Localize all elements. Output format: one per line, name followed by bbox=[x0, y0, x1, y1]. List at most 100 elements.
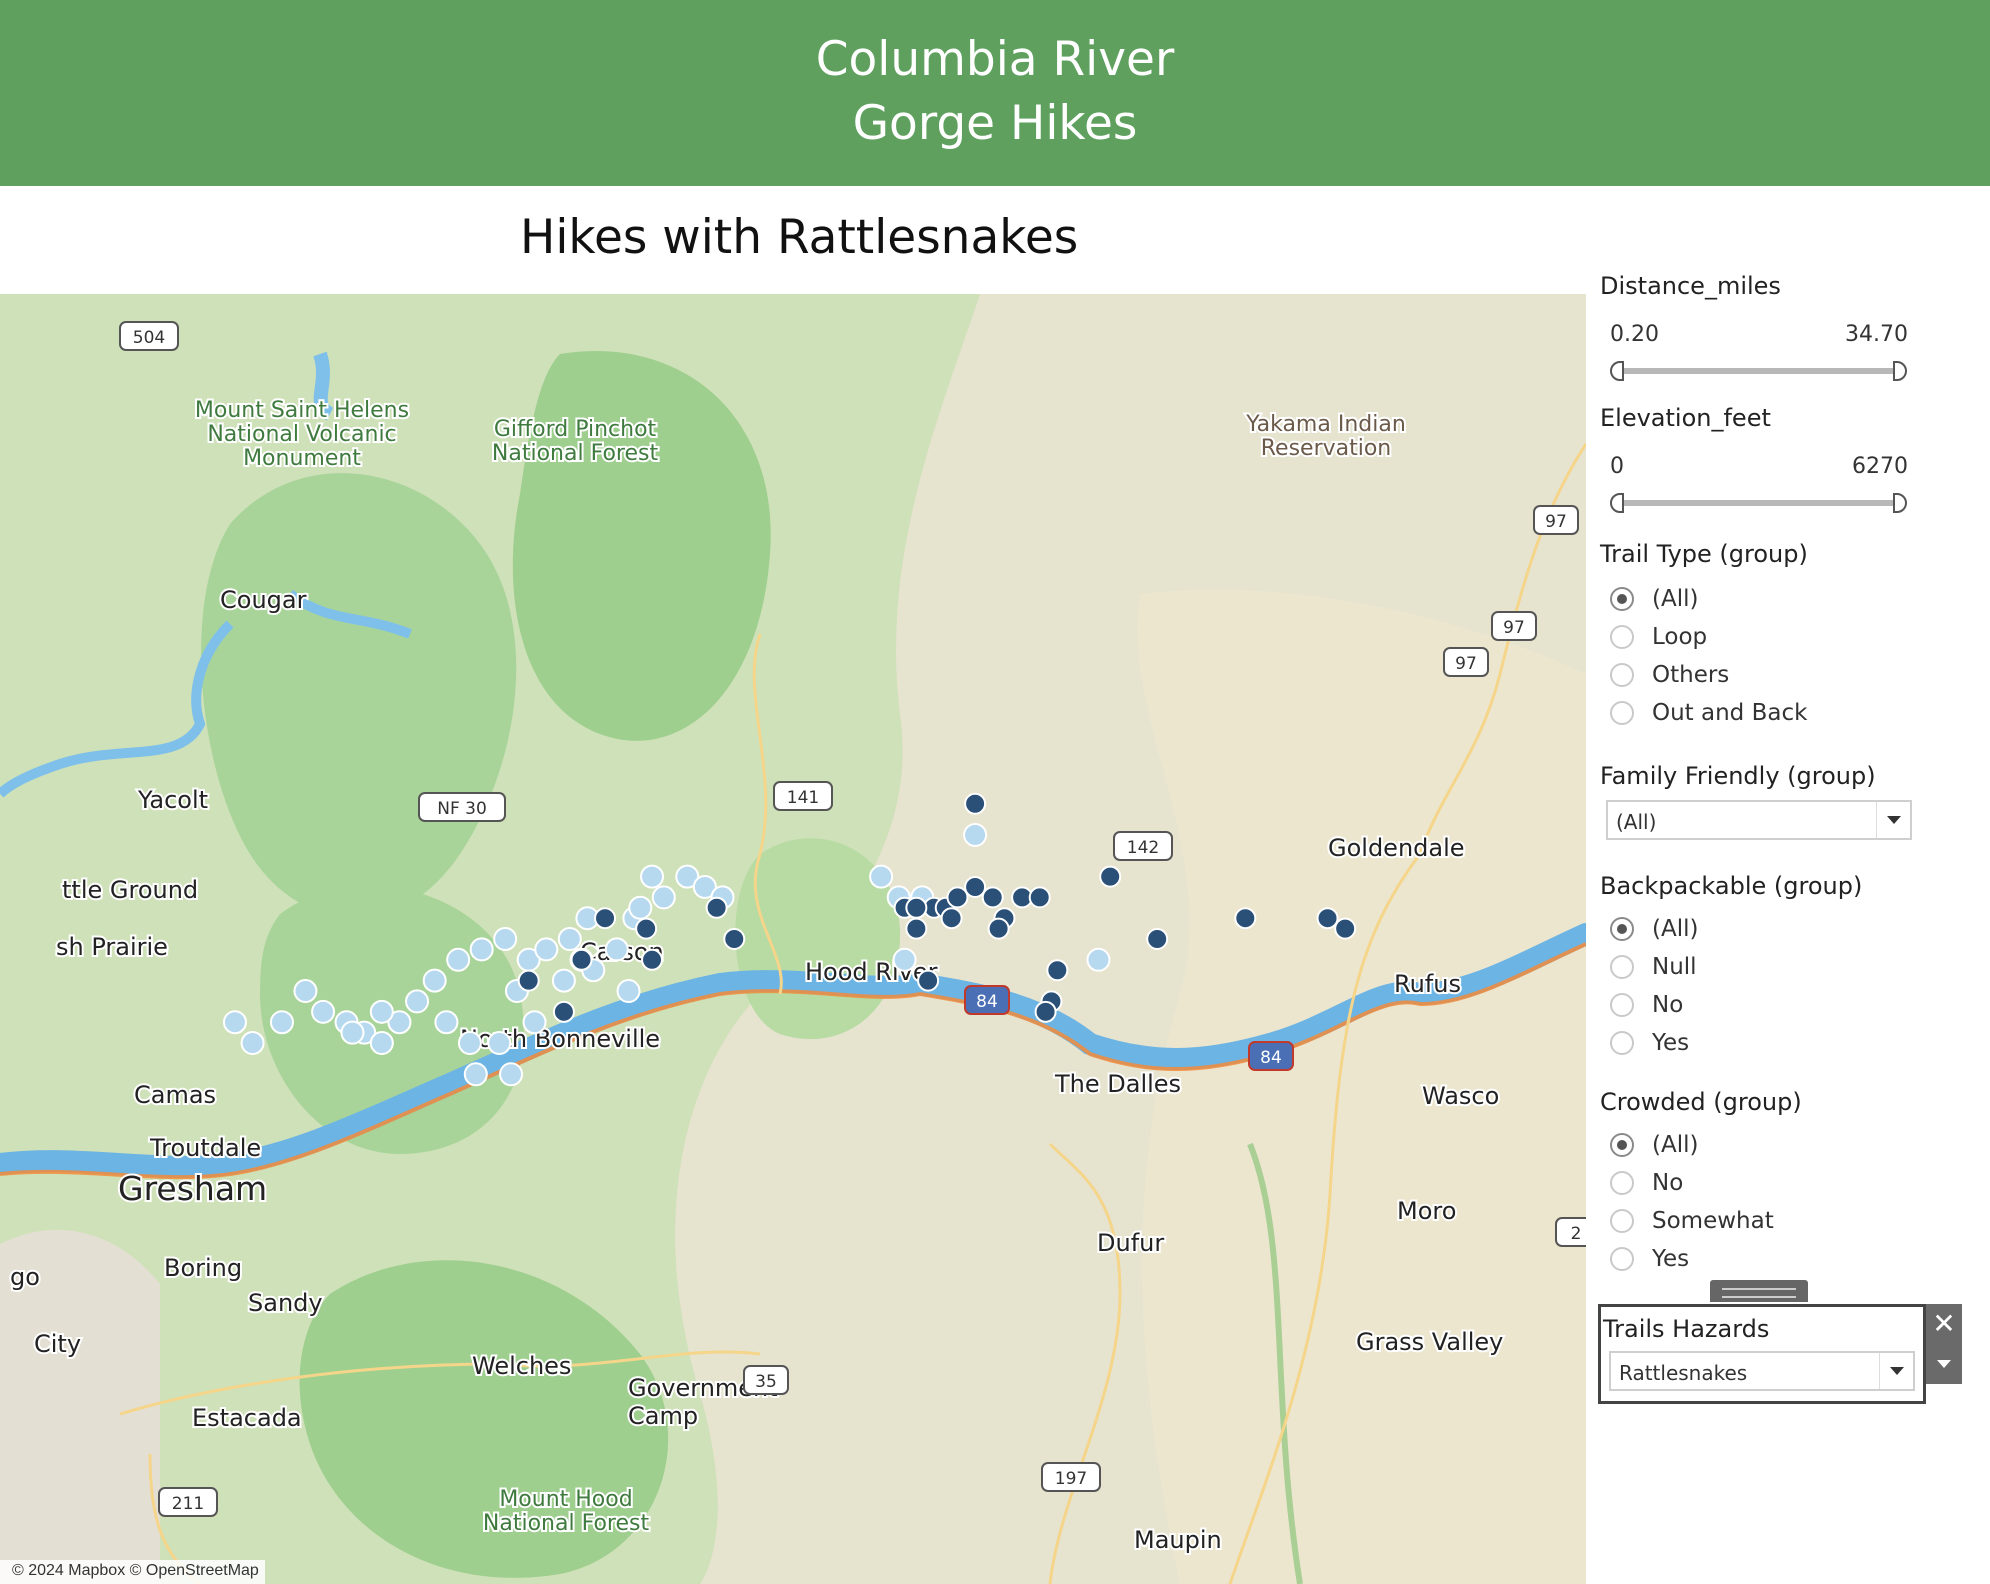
other-hike-marker[interactable] bbox=[1086, 947, 1111, 972]
trail-type-option[interactable]: Loop bbox=[1610, 622, 1707, 652]
radio-icon[interactable] bbox=[1610, 1031, 1634, 1055]
rattlesnake-hike-marker[interactable] bbox=[1334, 917, 1357, 940]
place-label: National Forest bbox=[483, 1511, 650, 1536]
svg-text:2: 2 bbox=[1571, 1224, 1582, 1244]
map-attribution[interactable]: © 2024 Mapbox © OpenStreetMap bbox=[0, 1560, 265, 1584]
radio-icon[interactable] bbox=[1610, 1247, 1634, 1271]
rattlesnake-hike-marker[interactable] bbox=[964, 792, 987, 815]
other-hike-marker[interactable] bbox=[405, 989, 430, 1014]
backpackable-option[interactable]: (All) bbox=[1610, 914, 1698, 944]
other-hike-marker[interactable] bbox=[369, 999, 394, 1024]
rattlesnake-hike-marker[interactable] bbox=[552, 1000, 575, 1023]
trail-type-option[interactable]: (All) bbox=[1610, 584, 1698, 614]
rattlesnake-hike-marker[interactable] bbox=[1146, 928, 1169, 950]
more-options-icon[interactable] bbox=[1926, 1344, 1962, 1384]
crowded-option[interactable]: Yes bbox=[1610, 1244, 1689, 1274]
other-hike-marker[interactable] bbox=[422, 968, 447, 993]
other-hike-marker[interactable] bbox=[446, 947, 471, 972]
backpackable-option[interactable]: No bbox=[1610, 990, 1683, 1020]
trail-type-option[interactable]: Out and Back bbox=[1610, 698, 1807, 728]
other-hike-marker[interactable] bbox=[493, 927, 518, 951]
other-hike-marker[interactable] bbox=[369, 1031, 394, 1056]
crowded-option[interactable]: (All) bbox=[1610, 1130, 1698, 1160]
map-view[interactable]: Mount Saint Helens National Volcanic Monum… bbox=[0, 294, 1586, 1584]
rattlesnake-hike-marker[interactable] bbox=[570, 948, 593, 971]
radio-icon[interactable] bbox=[1610, 1171, 1634, 1195]
route-shield-icon: 97 bbox=[1443, 647, 1489, 677]
rattlesnake-hike-marker[interactable] bbox=[1316, 907, 1339, 930]
rattlesnake-hike-marker[interactable] bbox=[705, 896, 728, 919]
radio-selected-icon[interactable] bbox=[1610, 917, 1634, 941]
other-hike-marker[interactable] bbox=[222, 1010, 247, 1035]
rattlesnake-hike-marker[interactable] bbox=[940, 907, 963, 930]
other-hike-marker[interactable] bbox=[240, 1031, 265, 1056]
elevation-slider[interactable] bbox=[1610, 493, 1907, 513]
rattlesnake-hike-marker[interactable] bbox=[905, 917, 928, 940]
other-hike-marker[interactable] bbox=[499, 1062, 524, 1087]
distance-slider[interactable] bbox=[1610, 361, 1907, 381]
other-hike-marker[interactable] bbox=[963, 822, 988, 847]
map-canvas[interactable]: Mount Saint HelensNational VolcanicMonum… bbox=[0, 294, 1586, 1584]
place-label: Maupin bbox=[1134, 1526, 1222, 1554]
radio-icon[interactable] bbox=[1610, 1209, 1634, 1233]
rattlesnake-hike-marker[interactable] bbox=[594, 907, 617, 930]
close-icon[interactable]: ✕ bbox=[1926, 1304, 1962, 1344]
move-grip-icon[interactable] bbox=[1710, 1280, 1808, 1302]
rattlesnake-hike-marker[interactable] bbox=[635, 917, 658, 940]
rattlesnake-hike-marker[interactable] bbox=[1034, 1000, 1057, 1023]
rattlesnake-hike-marker[interactable] bbox=[1099, 865, 1122, 888]
other-hike-marker[interactable] bbox=[457, 1031, 482, 1056]
distance-max-handle[interactable] bbox=[1893, 361, 1907, 381]
rattlesnake-hike-marker[interactable] bbox=[987, 917, 1010, 940]
other-hike-marker[interactable] bbox=[534, 937, 559, 962]
other-hike-marker[interactable] bbox=[293, 979, 318, 1004]
distance-min-handle[interactable] bbox=[1610, 361, 1624, 381]
dropdown-arrow-icon[interactable] bbox=[1876, 802, 1910, 838]
radio-icon[interactable] bbox=[1610, 663, 1634, 687]
radio-icon[interactable] bbox=[1610, 993, 1634, 1017]
other-hike-marker[interactable] bbox=[557, 927, 582, 951]
backpackable-option[interactable]: Null bbox=[1610, 952, 1697, 982]
dropdown-arrow-icon[interactable] bbox=[1879, 1353, 1913, 1389]
other-hike-marker[interactable] bbox=[616, 979, 641, 1004]
other-hike-marker[interactable] bbox=[551, 968, 576, 993]
radio-icon[interactable] bbox=[1610, 701, 1634, 725]
other-hike-marker[interactable] bbox=[651, 885, 676, 910]
other-hike-marker[interactable] bbox=[311, 999, 336, 1024]
rattlesnake-hike-marker[interactable] bbox=[917, 969, 940, 992]
radio-icon[interactable] bbox=[1610, 955, 1634, 979]
rattlesnake-hike-marker[interactable] bbox=[981, 886, 1004, 909]
rattlesnake-hike-marker[interactable] bbox=[517, 969, 540, 992]
rattlesnake-hike-marker[interactable] bbox=[905, 896, 928, 919]
other-hike-marker[interactable] bbox=[640, 864, 665, 889]
other-hike-marker[interactable] bbox=[892, 947, 917, 972]
other-hike-marker[interactable] bbox=[604, 937, 629, 962]
other-hike-marker[interactable] bbox=[628, 895, 653, 920]
other-hike-marker[interactable] bbox=[469, 937, 494, 962]
elevation-max-handle[interactable] bbox=[1893, 493, 1907, 513]
backpackable-option[interactable]: Yes bbox=[1610, 1028, 1689, 1058]
rattlesnake-hike-marker[interactable] bbox=[946, 886, 969, 909]
rattlesnake-hike-marker[interactable] bbox=[964, 875, 987, 898]
elevation-min-handle[interactable] bbox=[1610, 493, 1624, 513]
other-hike-marker[interactable] bbox=[340, 1020, 365, 1045]
trail-type-option[interactable]: Others bbox=[1610, 660, 1729, 690]
radio-selected-icon[interactable] bbox=[1610, 1133, 1634, 1157]
crowded-option[interactable]: Somewhat bbox=[1610, 1206, 1774, 1236]
other-hike-marker[interactable] bbox=[463, 1062, 488, 1087]
rattlesnake-hike-marker[interactable] bbox=[1046, 959, 1069, 982]
crowded-option[interactable]: No bbox=[1610, 1168, 1683, 1198]
trails-hazards-dropdown[interactable]: Rattlesnakes bbox=[1609, 1351, 1915, 1391]
rattlesnake-hike-marker[interactable] bbox=[1028, 886, 1051, 909]
other-hike-marker[interactable] bbox=[269, 1010, 294, 1035]
radio-selected-icon[interactable] bbox=[1610, 587, 1634, 611]
family-friendly-dropdown[interactable]: (All) bbox=[1606, 800, 1912, 840]
rattlesnake-hike-marker[interactable] bbox=[723, 928, 746, 950]
radio-icon[interactable] bbox=[1610, 625, 1634, 649]
rattlesnake-hike-marker[interactable] bbox=[641, 948, 664, 971]
other-hike-marker[interactable] bbox=[522, 1010, 547, 1035]
rattlesnake-hike-marker[interactable] bbox=[1234, 907, 1257, 930]
other-hike-marker[interactable] bbox=[487, 1031, 512, 1056]
other-hike-marker[interactable] bbox=[434, 1010, 459, 1035]
other-hike-marker[interactable] bbox=[869, 864, 894, 889]
